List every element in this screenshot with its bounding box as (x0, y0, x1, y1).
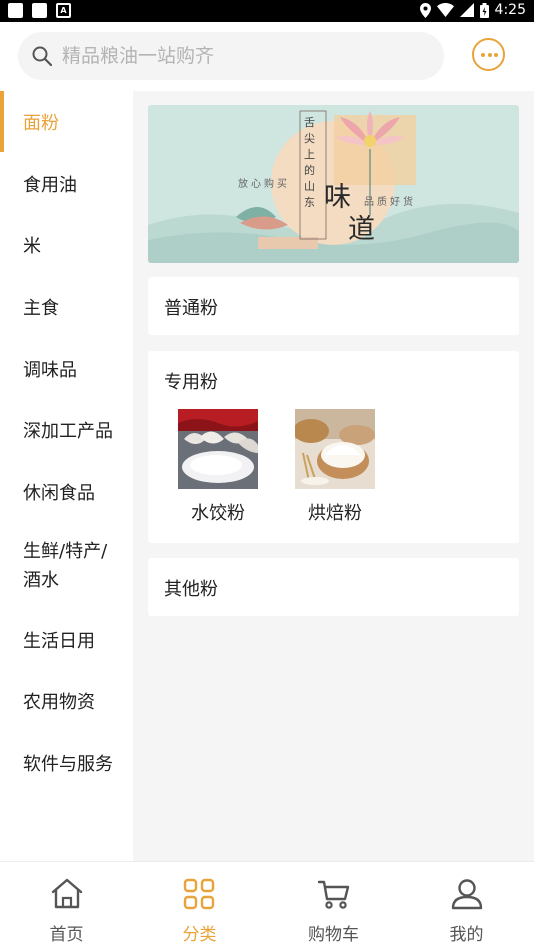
dumpling-flour-image (178, 409, 258, 489)
sidebar-item-label: 农用物资 (23, 692, 95, 714)
sidebar-item-agri[interactable]: 农用物资 (0, 671, 133, 733)
sidebar-item-label: 生鲜/特产/酒水 (23, 540, 108, 591)
tab-label: 我的 (449, 925, 484, 945)
bottom-tab-bar: 首页 分类 购物车 我的 (0, 861, 534, 950)
subcategory-label: 水饺粉 (191, 503, 245, 524)
sidebar-item-label: 调味品 (23, 359, 77, 381)
sidebar-item-flour[interactable]: 面粉 (0, 91, 133, 153)
sidebar-item-seasoning[interactable]: 调味品 (0, 338, 133, 400)
sidebar-item-label: 深加工产品 (23, 421, 113, 443)
app-notification-icon: A (56, 3, 71, 18)
sidebar-item-daily[interactable]: 生活日用 (0, 609, 133, 671)
banner-main-text-2: 道 (348, 214, 375, 245)
more-dot (487, 53, 492, 57)
search-bar[interactable] (18, 32, 444, 80)
search-input[interactable] (62, 32, 432, 80)
section-title: 普通粉 (164, 298, 218, 319)
sidebar-item-label: 面粉 (23, 112, 59, 134)
category-grid-icon (183, 878, 215, 910)
sidebar-item-label: 主食 (23, 297, 59, 319)
sidebar-item-label: 软件与服务 (23, 754, 113, 776)
tab-label: 分类 (182, 925, 217, 945)
section-card-special-flour: 专用粉 水饺粉 烘焙粉 (148, 351, 519, 543)
sidebar-item-software[interactable]: 软件与服务 (0, 732, 133, 794)
sidebar-item-oil[interactable]: 食用油 (0, 153, 133, 215)
wifi-icon (436, 3, 454, 17)
signal-icon (459, 3, 474, 17)
search-header (0, 22, 534, 91)
section-title: 其他粉 (164, 579, 218, 600)
sidebar-item-label: 米 (23, 236, 41, 258)
tab-home[interactable]: 首页 (0, 862, 133, 950)
section-card-normal-flour[interactable]: 普通粉 (148, 277, 519, 335)
banner-main-text-1: 味 (324, 182, 351, 213)
baking-flour-image (295, 409, 375, 489)
banner-right-text: 品质好货 (364, 197, 416, 208)
search-icon (32, 46, 53, 67)
sidebar-item-processed[interactable]: 深加工产品 (0, 399, 133, 461)
tab-cart[interactable]: 购物车 (267, 862, 400, 950)
status-bar: A 4:25 (0, 0, 534, 22)
location-icon (419, 2, 431, 18)
subcategory-dumpling-flour[interactable]: 水饺粉 (178, 409, 258, 525)
sidebar-item-label: 食用油 (23, 174, 77, 196)
more-dot (494, 53, 498, 57)
battery-icon (479, 2, 489, 18)
home-icon (51, 878, 83, 909)
sidebar-item-label: 休闲食品 (23, 482, 95, 504)
sidebar-item-snacks[interactable]: 休闲食品 (0, 461, 133, 523)
category-content: 舌尖上的山东 放心购买 味 道 品质好货 普通粉 专用粉 水饺粉 烘焙粉 其他粉 (133, 91, 534, 861)
tab-label: 首页 (49, 925, 84, 945)
subcategory-baking-flour[interactable]: 烘焙粉 (295, 409, 375, 525)
subcategory-label: 烘焙粉 (308, 503, 362, 524)
sidebar-item-fresh[interactable]: 生鲜/特产/酒水 (0, 523, 133, 609)
category-sidebar: 面粉 食用油 米 主食 调味品 深加工产品 休闲食品 生鲜/特产/酒水 生活日用… (0, 91, 133, 861)
notification-icon (8, 3, 23, 18)
sidebar-item-staple[interactable]: 主食 (0, 276, 133, 338)
promo-banner[interactable]: 舌尖上的山东 放心购买 味 道 品质好货 (148, 105, 519, 263)
clock: 4:25 (494, 2, 526, 18)
sidebar-item-label: 生活日用 (23, 630, 95, 652)
user-icon (451, 879, 483, 910)
banner-left-text: 放心购买 (238, 179, 290, 190)
banner-vertical-text: 舌尖上的山东 (304, 116, 315, 209)
tab-profile[interactable]: 我的 (400, 862, 533, 950)
more-options-button[interactable] (472, 38, 505, 71)
section-title: 专用粉 (164, 372, 218, 393)
sidebar-item-rice[interactable]: 米 (0, 214, 133, 276)
tab-label: 购物车 (308, 925, 359, 945)
tab-category[interactable]: 分类 (133, 862, 266, 950)
section-card-other-flour[interactable]: 其他粉 (148, 558, 519, 616)
more-dot (481, 53, 485, 57)
notification-icon (32, 3, 47, 18)
cart-icon (317, 880, 350, 909)
